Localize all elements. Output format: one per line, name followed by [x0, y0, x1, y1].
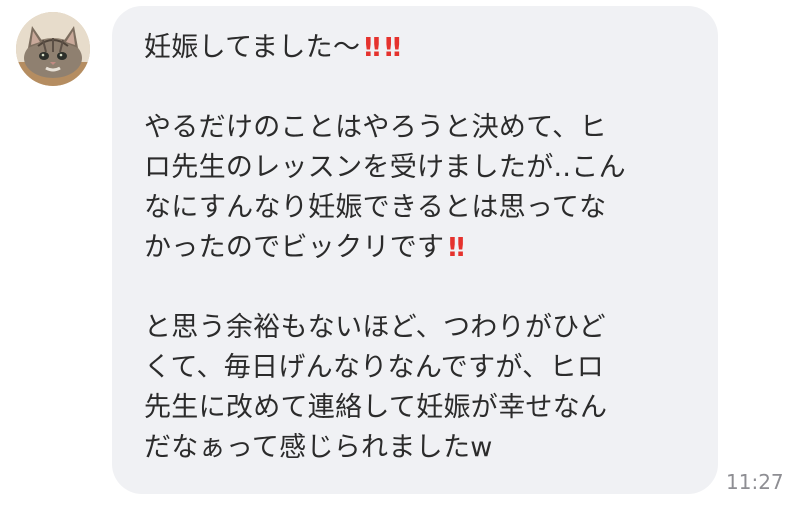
message-line: なにすんなり妊娠できるとは思ってな: [144, 192, 607, 223]
double-exclamation-icon: ‼: [364, 33, 380, 63]
message-line: かったのでビックリです ‼: [144, 228, 698, 268]
message-line: 妊娠してました〜 ‼ ‼: [144, 28, 698, 68]
message-bubble[interactable]: 妊娠してました〜 ‼ ‼ やるだけのことはやろうと決めて、ヒ ロ先生のレッスンを受け…: [112, 6, 718, 494]
cat-face-icon: [16, 12, 90, 86]
double-exclamation-icon: ‼: [384, 33, 401, 63]
message-line: と思う余裕もないほど、つわりがひど: [144, 312, 606, 343]
message-line: やるだけのことはやろうと決めて、ヒ: [144, 112, 607, 143]
message-line: 先生に改めて連絡して妊娠が幸せなん: [144, 392, 608, 423]
message-text: 妊娠してました〜 ‼ ‼ やるだけのことはやろうと決めて、ヒ ロ先生のレッスンを受け…: [144, 28, 698, 468]
message-line: ロ先生のレッスンを受けましたが..こん: [144, 152, 626, 183]
avatar[interactable]: [16, 12, 90, 86]
message-line: だなぁって感じられましたw: [144, 432, 493, 463]
message-timestamp: 11:27: [726, 470, 784, 494]
chat-screen: 妊娠してました〜 ‼ ‼ やるだけのことはやろうと決めて、ヒ ロ先生のレッスンを受け…: [0, 0, 800, 512]
message-line: くて、毎日げんなりなんですが、ヒロ: [144, 352, 605, 383]
double-exclamation-icon: ‼: [448, 233, 464, 263]
